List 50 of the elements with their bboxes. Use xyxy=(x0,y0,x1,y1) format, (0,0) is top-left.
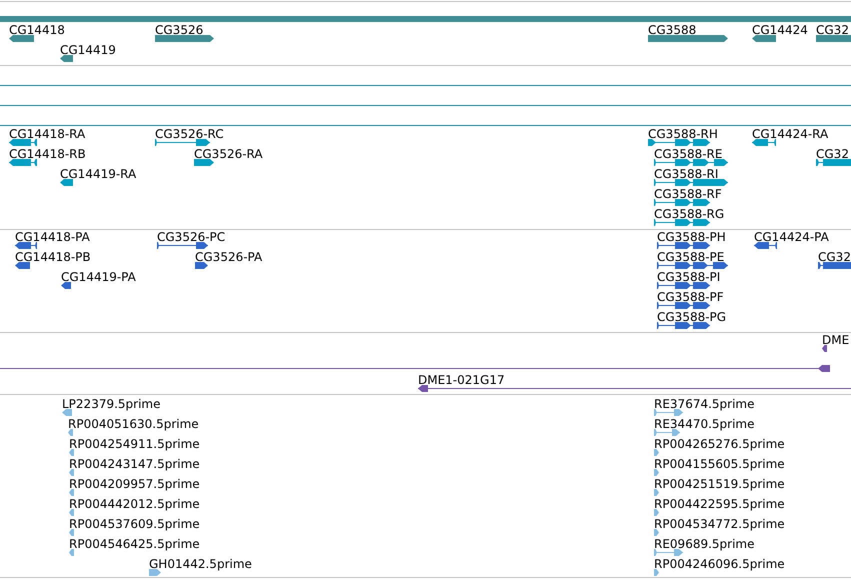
feature-label: CG14419-PA xyxy=(61,270,136,284)
feature-label: CG14424 xyxy=(752,23,808,37)
feature-label: RE34470.5prime xyxy=(654,417,754,431)
feature-label: RP004209957.5prime xyxy=(69,477,200,491)
feature-label: CG14418-PB xyxy=(15,250,91,264)
feature-label: CG3588-PF xyxy=(657,290,724,304)
feature-label: RP004442012.5prime xyxy=(69,497,200,511)
feature-label: CG3526-PA xyxy=(195,250,262,264)
feature-label: CG3526-RA xyxy=(194,147,263,161)
feature-label: CG14418 xyxy=(9,23,65,37)
feature-label: CG3588-RF xyxy=(654,187,722,201)
feature-label: CG14419-RA xyxy=(60,167,136,181)
feature-label: RP004546425.5prime xyxy=(69,537,200,551)
feature-label: CG3588-RG xyxy=(654,207,724,221)
feature-label: CG3588-RE xyxy=(654,147,722,161)
feature-label: RE37674.5prime xyxy=(654,397,754,411)
feature-label: CG3588-PH xyxy=(657,230,726,244)
feature-label: RP004155605.5prime xyxy=(654,457,785,471)
feature-label: GH01442.5prime xyxy=(149,557,252,571)
feature-label: RP004051630.5prime xyxy=(68,417,199,431)
feature-label: RP004534772.5prime xyxy=(654,517,785,531)
feature-label: CG3526 xyxy=(155,23,204,37)
feature-label: RP004243147.5prime xyxy=(69,457,200,471)
feature-label: CG3526-PC xyxy=(157,230,226,244)
feature-label: RP004422595.5prime xyxy=(654,497,785,511)
feature-label: CG32 xyxy=(816,23,849,37)
feature-label: CG14419 xyxy=(60,43,116,57)
feature-label: CG14418-PA xyxy=(15,230,90,244)
feature-label: CG3588 xyxy=(648,23,696,37)
feature-label: RP004254911.5prime xyxy=(69,437,200,451)
feature-label: RP004537609.5prime xyxy=(69,517,200,531)
feature-label: RE09689.5prime xyxy=(654,537,754,551)
feature-label: RP004246096.5prime xyxy=(654,557,785,571)
feature-label: CG14424-RA xyxy=(752,127,828,141)
feature-label: RP004265276.5prime xyxy=(654,437,785,451)
feature-label: DME1-021G17 xyxy=(418,373,505,387)
feature-label: CG3588-PI xyxy=(657,270,720,284)
feature-label: CG32 xyxy=(816,147,849,161)
feature-label: RP004251519.5prime xyxy=(654,477,785,491)
feature-label: CG3588-RH xyxy=(648,127,718,141)
feature-label: CG3526-RC xyxy=(155,127,224,141)
feature-label: CG32 xyxy=(818,250,851,264)
feature-label: CG3588-RI xyxy=(654,167,718,181)
feature-label: CG3588-PG xyxy=(657,310,726,324)
feature-label: DME xyxy=(822,333,850,347)
feature-label: LP22379.5prime xyxy=(62,397,161,411)
feature-label: CG14424-PA xyxy=(754,230,829,244)
feature-label: CG14418-RA xyxy=(9,127,86,141)
feature-label: CG14418-RB xyxy=(9,147,86,161)
feature-label: CG3588-PE xyxy=(657,250,724,264)
